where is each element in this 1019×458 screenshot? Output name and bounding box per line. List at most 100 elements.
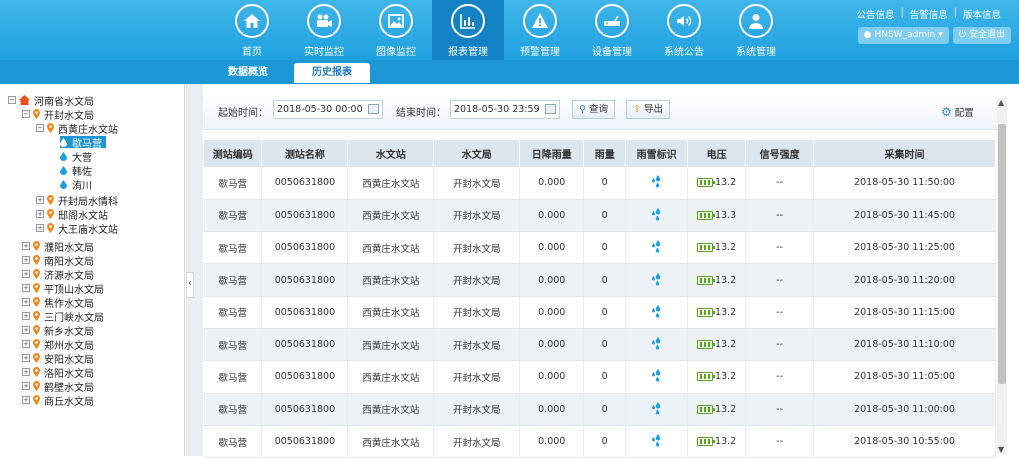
tree-item[interactable]: + 商丘水文局 — [22, 394, 94, 408]
table-row[interactable]: 歇马营 0050631800 西黄庄水文站 开封水文局 0.000 0 13.2 -- 2018… — [204, 360, 996, 394]
table-row[interactable]: 歇马营 0050631800 西黄庄水文站 开封水文局 0.000 0 13.2 -- 2018… — [204, 328, 996, 362]
tree-item[interactable]: + 济源水文局 — [22, 268, 94, 282]
tree-item[interactable]: + 濮阳水文局 — [22, 240, 94, 254]
column-header[interactable]: 日降雨量 — [519, 140, 585, 167]
calendar-icon[interactable] — [368, 104, 379, 114]
column-header[interactable]: 采集时间 — [813, 140, 996, 167]
tree-item[interactable]: + 南阳水文局 — [22, 254, 94, 268]
table-row[interactable]: 歇马营 0050631800 西黄庄水文站 开封水文局 0.000 0 13.2 -- 2018… — [204, 425, 996, 458]
tree-item[interactable]: + 大王庙水文站 — [36, 222, 118, 236]
home-icon — [19, 95, 30, 105]
collapse-icon[interactable]: − — [36, 124, 44, 132]
expand-icon[interactable]: + — [22, 354, 30, 362]
expand-icon[interactable]: + — [22, 326, 30, 334]
expand-icon[interactable]: + — [36, 224, 44, 232]
battery-icon — [697, 275, 716, 285]
scroll-up-icon[interactable]: ▲ — [998, 98, 1004, 107]
nav-item[interactable]: 图像监控 — [360, 0, 432, 60]
expand-icon[interactable]: + — [36, 210, 44, 218]
column-header[interactable]: 信号强度 — [745, 140, 815, 167]
nav-item[interactable]: 报表管理 — [432, 0, 504, 60]
expand-icon[interactable]: + — [22, 270, 30, 278]
tree-item[interactable]: + 新乡水文局 — [22, 324, 94, 338]
table-row[interactable]: 歇马营 0050631800 西黄庄水文站 开封水文局 0.000 0 13.2 -- 2018… — [204, 263, 996, 297]
column-header[interactable]: 测站编码 — [204, 140, 263, 167]
table-header-row: 测站编码 测站名称 水文站 水文局 日降雨量 雨量 雨雪标识 电压 信号强度 采集时间 — [204, 140, 996, 167]
column-header[interactable]: 电压 — [687, 140, 747, 167]
location-pin-icon — [33, 339, 40, 349]
location-pin-icon — [47, 195, 54, 205]
expand-icon[interactable]: + — [22, 284, 30, 292]
vertical-scrollbar[interactable]: ▲ ▼ — [997, 98, 1007, 454]
nav-item[interactable]: 设备管理 — [576, 0, 648, 60]
tree-item[interactable]: + 鹤壁水文局 — [22, 380, 94, 394]
main-content: 起始时间： 2018-05-30 00:00 结束时间： 2018-05-30 … — [204, 84, 1019, 458]
tree-item[interactable]: − 开封水文局 — [22, 108, 94, 122]
table-cell: 0.000 — [519, 296, 585, 329]
tree-item[interactable]: + 邸阁水文站 — [36, 208, 108, 222]
query-button[interactable]: ⚲ 查询 — [572, 100, 615, 119]
nav-item[interactable]: 预警管理 — [504, 0, 576, 60]
calendar-icon[interactable] — [545, 104, 556, 114]
nav-item[interactable]: 系统管理 — [720, 0, 792, 60]
table-row[interactable]: 歇马营 0050631800 西黄庄水文站 开封水文局 0.000 0 13.3 -- 2018… — [204, 199, 996, 233]
expand-icon[interactable]: + — [22, 396, 30, 404]
table-row[interactable]: 歇马营 0050631800 西黄庄水文站 开封水文局 0.000 0 13.2 -- 2018… — [204, 231, 996, 265]
location-pin-icon — [33, 395, 40, 405]
tree-item[interactable]: + 安阳水文局 — [22, 352, 94, 366]
tree-item[interactable]: + 焦作水文局 — [22, 296, 94, 310]
column-header[interactable]: 测站名称 — [261, 140, 349, 167]
tree-item[interactable]: + 平顶山水文局 — [22, 282, 104, 296]
tree-item[interactable]: + 三门峡水文局 — [22, 310, 104, 324]
start-time-input[interactable]: 2018-05-30 00:00 — [273, 100, 383, 119]
collapse-icon[interactable]: − — [22, 110, 30, 118]
tree-item[interactable]: 大营 — [60, 150, 92, 164]
expand-icon[interactable]: + — [36, 196, 44, 204]
battery-icon — [697, 372, 716, 382]
tree-item[interactable]: + 郑州水文局 — [22, 338, 94, 352]
tree-item[interactable]: − 西黄庄水文站 — [36, 122, 118, 136]
column-header[interactable]: 雨量 — [583, 140, 627, 167]
end-time-input[interactable]: 2018-05-30 23:59 — [450, 100, 560, 119]
tab-data-overview[interactable]: 数据概览 — [214, 63, 282, 83]
sidebar-splitter[interactable] — [186, 84, 203, 456]
column-header[interactable]: 水文站 — [347, 140, 435, 167]
nav-item[interactable]: 实时监控 — [288, 0, 360, 60]
expand-icon[interactable]: + — [22, 256, 30, 264]
table-row[interactable]: 歇马营 0050631800 西黄庄水文站 开封水文局 0.000 0 13.2 -- 2018… — [204, 393, 996, 426]
user-menu-button[interactable]: ● HNSW_admin ▾ — [857, 27, 949, 44]
tree-item[interactable]: 洧川 — [60, 178, 92, 192]
expand-icon[interactable]: + — [22, 312, 30, 320]
expand-icon[interactable]: + — [22, 382, 30, 390]
scroll-down-icon[interactable]: ▼ — [998, 445, 1004, 454]
version-link[interactable]: 版本信息 — [963, 7, 1001, 21]
scrollbar-thumb[interactable] — [998, 124, 1006, 384]
tree-item[interactable]: 韩佐 — [60, 164, 92, 178]
end-time-value: 2018-05-30 23:59 — [454, 104, 540, 115]
alarm-link[interactable]: 告警信息 — [910, 7, 948, 21]
logout-button[interactable]: ⏻ 安全退出 — [952, 27, 1011, 44]
collapse-icon[interactable]: − — [8, 96, 16, 104]
table-row[interactable]: 歇马营 0050631800 西黄庄水文站 开封水文局 0.000 0 13.2 -- 2018… — [204, 296, 996, 329]
expand-icon[interactable]: + — [22, 368, 30, 376]
nav-item[interactable]: 系统公告 — [648, 0, 720, 60]
voltage-value: 13.2 — [715, 177, 737, 189]
tree-item[interactable]: 歇马营 — [60, 136, 106, 150]
tab-history-report[interactable]: 历史报表 — [294, 63, 370, 83]
notice-link[interactable]: 公告信息 — [857, 7, 895, 21]
nav-item[interactable]: 首页 — [216, 0, 288, 60]
tree-item[interactable]: + 开封局水情科 — [36, 194, 118, 208]
collapse-sidebar-button[interactable]: ‹ — [186, 272, 194, 298]
expand-icon[interactable]: + — [22, 242, 30, 250]
export-button[interactable]: ⇧ 导出 — [626, 100, 670, 119]
tree-item[interactable]: + 洛阳水文局 — [22, 366, 94, 380]
column-header[interactable]: 雨雪标识 — [625, 140, 689, 167]
rain-drops-icon — [651, 337, 660, 350]
config-button[interactable]: ⚙ 配置 — [941, 105, 974, 119]
table-row[interactable]: 歇马营 0050631800 西黄庄水文站 开封水文局 0.000 0 13.2 -- 2018… — [204, 167, 996, 200]
table-cell: 0050631800 — [261, 425, 349, 458]
column-header[interactable]: 水文局 — [433, 140, 521, 167]
tree-item[interactable]: − 河南省水文局 — [8, 94, 94, 108]
expand-icon[interactable]: + — [22, 298, 30, 306]
expand-icon[interactable]: + — [22, 340, 30, 348]
